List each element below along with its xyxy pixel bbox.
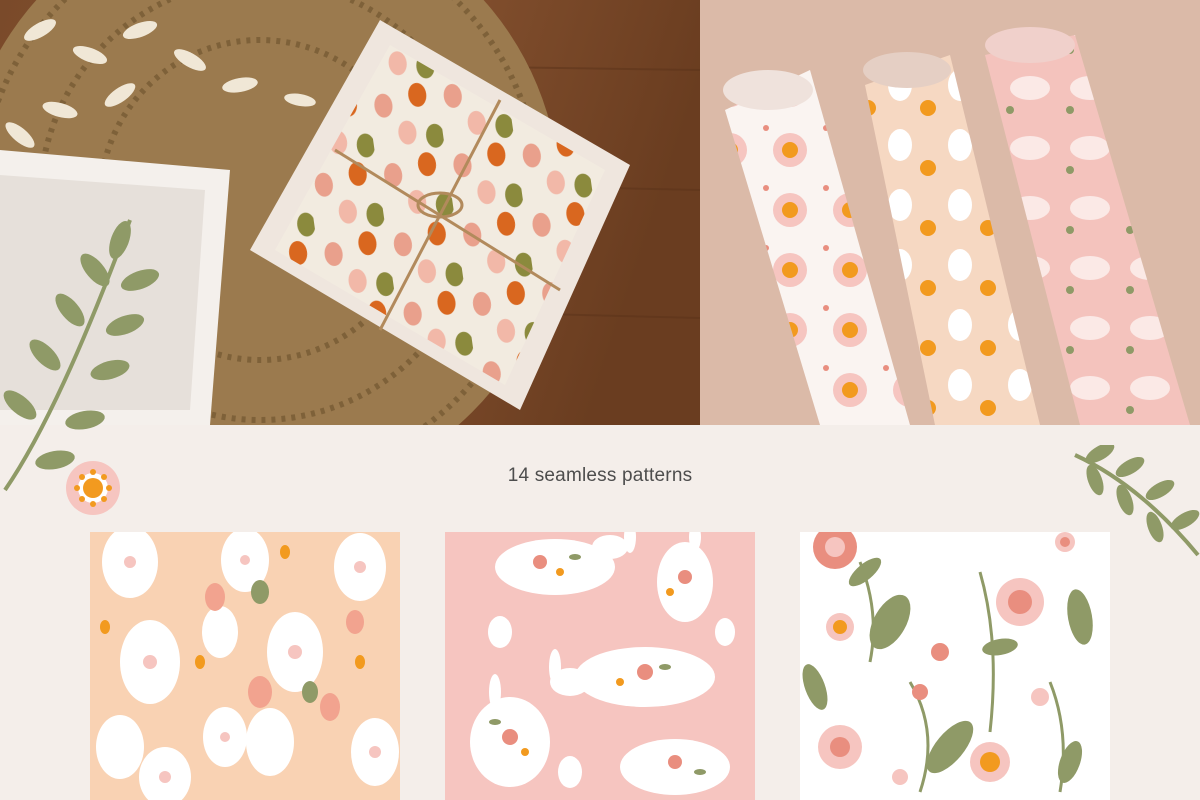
caption-text: 14 seamless patterns bbox=[507, 465, 693, 486]
bunny-pattern-swatch bbox=[445, 532, 755, 800]
fabric-rolls-photo bbox=[700, 0, 1200, 425]
egg-pattern-swatch bbox=[90, 532, 400, 800]
flower-pattern-swatch bbox=[800, 532, 1110, 800]
